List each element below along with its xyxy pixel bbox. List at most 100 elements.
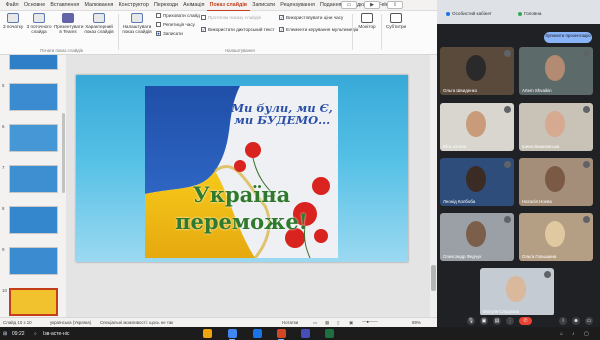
mic-muted-icon — [544, 271, 551, 278]
participant-tile[interactable]: Ольга Голышина — [519, 213, 593, 261]
windows-start-icon[interactable]: ⊞ — [3, 331, 7, 337]
ribbon-tab[interactable]: Файл — [3, 0, 21, 10]
participant-video — [466, 111, 486, 137]
participant-tile[interactable]: Наталія Ноева — [519, 158, 593, 206]
slide-thumbnail[interactable] — [9, 55, 58, 70]
mic-icon[interactable]: 🎙 — [467, 317, 475, 325]
file-explorer-icon[interactable] — [203, 329, 212, 338]
thumbnails-scrollbar[interactable] — [62, 113, 65, 193]
mic-muted-icon — [583, 161, 590, 168]
participant-tile[interactable]: Віта vorona — [440, 103, 514, 151]
slide-thumbnail[interactable] — [9, 206, 58, 234]
ribbon-tab[interactable]: Малювання — [82, 0, 116, 10]
participant-tile[interactable]: Artem Shvaikin — [519, 47, 593, 95]
excel-icon[interactable] — [325, 329, 334, 338]
ribbon-tab[interactable]: Рецензування — [278, 0, 318, 10]
participant-tile[interactable]: Леонід Колбоба — [440, 158, 514, 206]
participant-name: Ірина Вишневська — [522, 144, 560, 149]
from-start-button[interactable]: З початку — [2, 13, 24, 29]
word-icon[interactable] — [253, 329, 262, 338]
participant-name: Мотуля Слуцкова — [483, 309, 519, 314]
windows-taskbar: ⊞ 09:22 ⌕ Ізв-асте-ніс ⌂ ♪ ▢ — [0, 327, 600, 340]
browser-tab[interactable]: Особистий кабінет — [445, 9, 492, 19]
view-reading-icon[interactable]: ▯ — [337, 320, 339, 326]
browser-tab[interactable]: Головна — [517, 9, 541, 19]
participant-tile[interactable]: Олександр Федчук — [440, 213, 514, 261]
camera-icon[interactable]: ▣ — [480, 317, 488, 325]
ribbon-tab[interactable]: Анімація — [181, 0, 208, 10]
teams-taskbar-icon[interactable] — [301, 329, 310, 338]
zoom-slider[interactable]: —●—— — [362, 319, 378, 324]
ribbon-tab[interactable]: Показ слайдів — [207, 0, 250, 11]
end-call-icon[interactable]: ✆ — [519, 317, 532, 325]
network-icon[interactable]: ⌂ — [560, 331, 563, 337]
ribbon-tab[interactable]: Вставлення — [48, 0, 82, 10]
notification-icon[interactable]: ▢ — [584, 331, 589, 337]
custom-show-button[interactable]: Характерний показ слайдів — [84, 13, 114, 34]
ribbon-tab[interactable]: Подання — [317, 0, 344, 10]
participant-tile[interactable]: Ольга Швиденко — [440, 47, 514, 95]
info-icon[interactable]: i — [559, 317, 567, 325]
taskbar-search-field[interactable]: Ізв-асте-ніс — [43, 331, 69, 337]
accessibility-status[interactable]: Спеціальні можливості: щось не так — [100, 320, 173, 325]
monitor-label: Монітор — [358, 24, 376, 29]
participant-tile[interactable]: Мотуля Слуцкова — [480, 268, 554, 316]
notes-button[interactable]: Нотатки — [282, 320, 298, 325]
slide-main-line-1: Україна — [192, 182, 291, 207]
ribbon-tab[interactable]: Записати — [250, 0, 278, 10]
chat-icon[interactable]: ▭ — [585, 317, 593, 325]
slideshow-current-icon — [33, 13, 45, 23]
use-narrations-checkbox[interactable]: ✓ Використати дикторський текст — [201, 27, 275, 32]
zoom-level[interactable]: 89% — [412, 320, 421, 325]
comments-button[interactable]: ▭ — [341, 1, 357, 9]
scroll-thumb[interactable] — [431, 265, 436, 291]
stop-presenting-button[interactable]: Зупинити презентацію — [544, 32, 592, 43]
rehearse-timings-button[interactable]: Репетиція часу — [156, 22, 195, 27]
more-options-icon[interactable]: ⋮ — [506, 317, 514, 325]
view-normal-icon[interactable]: ▭ — [313, 320, 317, 326]
setup-show-label: Налаштувати показ слайдів — [122, 24, 152, 34]
present-button[interactable]: ▶ — [364, 1, 380, 9]
view-slideshow-icon[interactable]: ▣ — [349, 320, 353, 326]
subtitles-label: Субтитри — [385, 24, 407, 29]
canvas-scrollbar[interactable] — [430, 55, 437, 317]
monitor-button[interactable]: Монітор — [355, 13, 379, 29]
ribbon-tab[interactable]: Конструктор — [116, 0, 151, 10]
chrome-icon[interactable] — [228, 329, 237, 338]
slide-thumbnail[interactable] — [9, 288, 58, 316]
present-teams-button[interactable]: Презентувати в Teams — [54, 13, 83, 34]
people-icon[interactable]: ☻ — [572, 317, 580, 325]
hide-slide-toggle[interactable]: Приховати слайд — [156, 13, 200, 18]
browser-tab-label: Головна — [524, 11, 542, 16]
group-label-setup: Налаштування — [225, 48, 255, 53]
subtitles-button[interactable]: Субтитри — [384, 13, 408, 29]
play-narrations-checkbox[interactable]: Протягом показу слайдів — [201, 15, 261, 20]
ribbon-tab[interactable]: Основне — [21, 0, 48, 10]
slide-thumbnail[interactable] — [9, 124, 58, 152]
from-current-button[interactable]: З поточного слайда — [26, 13, 52, 34]
current-slide[interactable]: Ми були, ми Є, ми БУДЕМО... Україна пере… — [76, 75, 408, 262]
use-timings-checkbox[interactable]: ✓ Використовувати ціни часу — [279, 15, 343, 20]
language-indicator[interactable]: українська (Україна) — [50, 320, 91, 325]
hide-slide-icon — [156, 13, 161, 18]
volume-icon[interactable]: ♪ — [572, 331, 575, 337]
slide-thumbnail[interactable] — [9, 247, 58, 275]
ribbon-tab[interactable]: Переходи — [151, 0, 180, 10]
setup-show-button[interactable]: Налаштувати показ слайдів — [121, 13, 153, 34]
slide-thumbnail[interactable] — [9, 165, 58, 193]
view-sorter-icon[interactable]: ▦ — [325, 320, 329, 326]
slideshow-start-icon — [7, 13, 19, 23]
record-button[interactable]: ● Записати — [156, 31, 183, 36]
share-button[interactable]: ⇪ — [387, 1, 403, 9]
powerpoint-icon[interactable] — [277, 329, 286, 338]
divider — [381, 14, 382, 50]
status-bar: Слайд 10 з 10 українська (Україна) Спеці… — [0, 317, 437, 327]
slide-thumbnail[interactable] — [9, 83, 58, 111]
from-start-label: З початку — [2, 24, 24, 29]
mic-muted-icon — [583, 216, 590, 223]
media-controls-checkbox[interactable]: ✓ Елементи керування мультимедіа — [279, 27, 358, 32]
thumbnail-number: 5 — [2, 83, 5, 88]
present-screen-icon[interactable]: ▤ — [493, 317, 501, 325]
search-icon[interactable]: ⌕ — [34, 331, 37, 337]
participant-tile[interactable]: Ірина Вишневська — [519, 103, 593, 151]
